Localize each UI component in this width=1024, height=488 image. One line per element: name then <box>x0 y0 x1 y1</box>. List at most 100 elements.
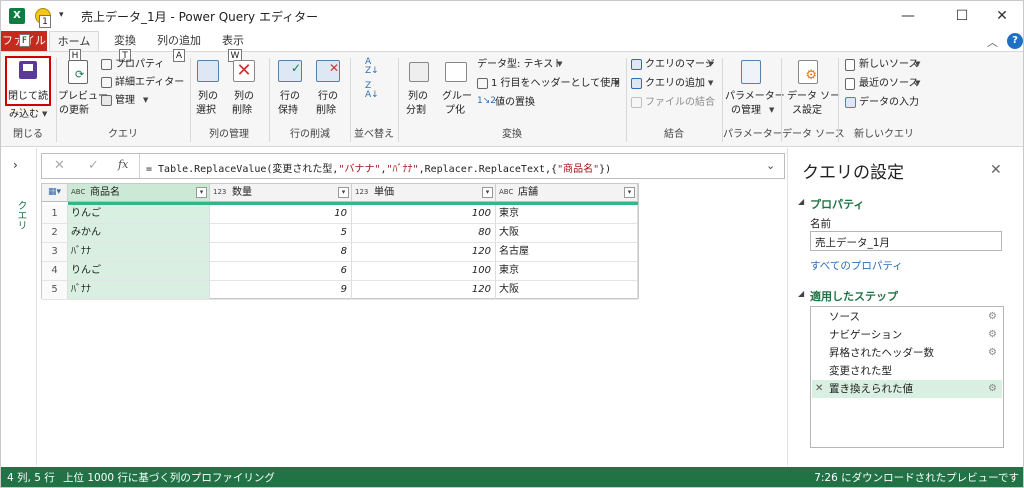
query-settings-pane: クエリの設定 ✕ ◢ プロパティ 名前 売上データ_1月 すべてのプロパティ ◢… <box>787 148 1023 466</box>
choose-columns-button[interactable]: 列の 選択 <box>193 56 223 120</box>
cell-quantity[interactable]: 6 <box>210 262 352 281</box>
help-icon[interactable]: ? <box>1007 33 1023 49</box>
minimize-button[interactable]: — <box>885 1 931 31</box>
close-pane-icon[interactable]: ✕ <box>990 162 1002 178</box>
cancel-icon[interactable]: ✕ <box>54 158 65 173</box>
cell-product[interactable]: ﾊﾞﾅﾅ <box>68 281 210 300</box>
close-and-load-button[interactable]: 閉じて読 <box>5 56 51 106</box>
cell-store[interactable]: 名古屋 <box>496 243 638 262</box>
power-query-editor-window: { "window": { "title": "売上データ_1月 - Power… <box>0 0 1024 488</box>
manage-parameters-button[interactable]: パラメーター の管理 ▼ <box>725 56 785 120</box>
applied-step[interactable]: ナビゲーション ⚙ <box>812 326 1002 344</box>
cell-price[interactable]: 100 <box>352 262 496 281</box>
remove-columns-button[interactable]: ✕ 列の 削除 <box>227 56 261 120</box>
group-by-button[interactable]: グルー プ化 <box>439 56 473 120</box>
cell-quantity[interactable]: 5 <box>210 224 352 243</box>
filter-dropdown-icon[interactable]: ▾ <box>482 187 493 198</box>
status-summary: 4 列, 5 行 <box>7 472 55 484</box>
sort-descending-button[interactable]: Z A↓ <box>363 82 383 100</box>
data-source-settings-button[interactable]: ⚙ データ ソー ス設定 <box>784 56 840 120</box>
cell-price[interactable]: 120 <box>352 281 496 300</box>
confirm-icon[interactable]: ✓ <box>88 158 99 173</box>
cell-store[interactable]: 大阪 <box>496 281 638 300</box>
text-type-icon[interactable]: ABC <box>499 184 513 201</box>
advanced-editor-label: 詳細エディター <box>115 77 185 88</box>
sort-ascending-button[interactable]: A Z↓ <box>363 58 383 76</box>
step-gear-icon[interactable]: ⚙ <box>988 308 997 326</box>
close-and-load-dropdown-icon[interactable]: ▼ <box>42 110 47 118</box>
step-gear-icon[interactable]: ⚙ <box>988 326 997 344</box>
enter-data-label: データの入力 <box>859 97 919 108</box>
step-gear-icon[interactable]: ⚙ <box>988 344 997 362</box>
remove-rows-icon: ✕ <box>316 60 340 82</box>
collapse-ribbon-icon[interactable]: ︿ <box>987 34 998 50</box>
column-header-price[interactable]: 123 単価 ▾ <box>352 184 496 202</box>
applied-step[interactable]: 変更された型 <box>812 362 1002 380</box>
query-name-input[interactable]: 売上データ_1月 <box>810 231 1002 251</box>
tab-transform[interactable]: 変換 <box>105 31 145 51</box>
cell-product[interactable]: ﾊﾞﾅﾅ <box>68 243 210 262</box>
tab-add-column[interactable]: 列の追加 <box>151 31 207 51</box>
table-menu-cell[interactable]: ▦▾ <box>42 184 68 202</box>
text-type-icon[interactable]: ABC <box>71 184 85 201</box>
formula-replacer: ,Replacer.ReplaceText,{ <box>418 164 558 175</box>
manage-icon <box>101 95 112 106</box>
filter-dropdown-icon[interactable]: ▾ <box>624 187 635 198</box>
cell-product[interactable]: りんご <box>68 205 210 224</box>
remove-rows-button[interactable]: ✕ 行の 削除 <box>311 56 345 120</box>
recent-sources-dropdown-icon: ▼ <box>915 79 921 87</box>
refresh-preview-button[interactable]: ⟳ プレビュー の更新 <box>58 56 108 120</box>
queries-pane-label[interactable]: クエリ <box>13 200 28 230</box>
row-number[interactable]: 4 <box>42 262 68 281</box>
row-number[interactable]: 3 <box>42 243 68 262</box>
column-header-store[interactable]: ABC 店舗 ▾ <box>496 184 638 202</box>
applied-step[interactable]: ソース ⚙ <box>812 308 1002 326</box>
applied-step[interactable]: 昇格されたヘッダー数 ⚙ <box>812 344 1002 362</box>
fx-icon[interactable]: fx <box>118 158 128 171</box>
cell-product[interactable]: みかん <box>68 224 210 243</box>
keep-rows-button[interactable]: ✓ 行の 保持 <box>273 56 307 120</box>
name-label: 名前 <box>810 218 831 230</box>
all-properties-link[interactable]: すべてのプロパティ <box>810 258 903 273</box>
quick-access-dropdown-icon[interactable]: ▾ <box>59 10 64 20</box>
number-type-icon[interactable]: 123 <box>355 184 368 201</box>
tab-view[interactable]: 表示 <box>213 31 253 51</box>
merge-queries-icon <box>631 59 642 70</box>
step-gear-icon[interactable]: ⚙ <box>988 380 997 398</box>
group-label-manage-columns: 列の管理 <box>209 129 249 140</box>
column-header-quantity[interactable]: 123 数量 ▾ <box>210 184 352 202</box>
remove-columns-icon: ✕ <box>233 60 255 82</box>
recent-sources-label: 最近のソース <box>859 78 919 89</box>
choose-columns-icon <box>197 60 219 82</box>
delete-step-icon[interactable]: ✕ <box>815 380 823 398</box>
cell-store[interactable]: 東京 <box>496 262 638 281</box>
cell-quantity[interactable]: 9 <box>210 281 352 300</box>
table-row: 3 ﾊﾞﾅﾅ 8 120 名古屋 <box>42 243 638 262</box>
tab-home[interactable]: ホーム <box>49 31 99 51</box>
step-label: 置き換えられた値 <box>829 383 913 395</box>
cell-store[interactable]: 東京 <box>496 205 638 224</box>
formula-input[interactable]: = Table.ReplaceValue(変更された型,"バナナ","ﾊﾞﾅﾅ"… <box>146 160 611 175</box>
status-profiling[interactable]: 上位 1000 行に基づく列のプロファイリング <box>63 467 275 487</box>
column-name-quantity: 数量 <box>232 187 252 198</box>
applied-step-selected[interactable]: ✕ 置き換えられた値 ⚙ <box>812 380 1002 398</box>
cell-quantity[interactable]: 8 <box>210 243 352 262</box>
split-column-button[interactable]: 列の 分割 <box>403 56 435 120</box>
column-header-product[interactable]: ABC 商品名 ▾ <box>68 184 210 202</box>
row-number[interactable]: 1 <box>42 205 68 224</box>
expand-queries-icon[interactable]: › <box>13 158 18 172</box>
cell-store[interactable]: 大阪 <box>496 224 638 243</box>
expand-formula-icon[interactable]: ⌄ <box>766 159 775 172</box>
number-type-icon[interactable]: 123 <box>213 184 226 201</box>
cell-product[interactable]: りんご <box>68 262 210 281</box>
cell-price[interactable]: 100 <box>352 205 496 224</box>
remove-columns-label-1: 列の <box>234 91 254 102</box>
cell-quantity[interactable]: 10 <box>210 205 352 224</box>
filter-dropdown-icon[interactable]: ▾ <box>196 187 207 198</box>
row-number[interactable]: 2 <box>42 224 68 243</box>
close-window-button[interactable]: ✕ <box>979 1 1023 31</box>
row-number[interactable]: 5 <box>42 281 68 300</box>
cell-price[interactable]: 120 <box>352 243 496 262</box>
cell-price[interactable]: 80 <box>352 224 496 243</box>
filter-dropdown-icon[interactable]: ▾ <box>338 187 349 198</box>
